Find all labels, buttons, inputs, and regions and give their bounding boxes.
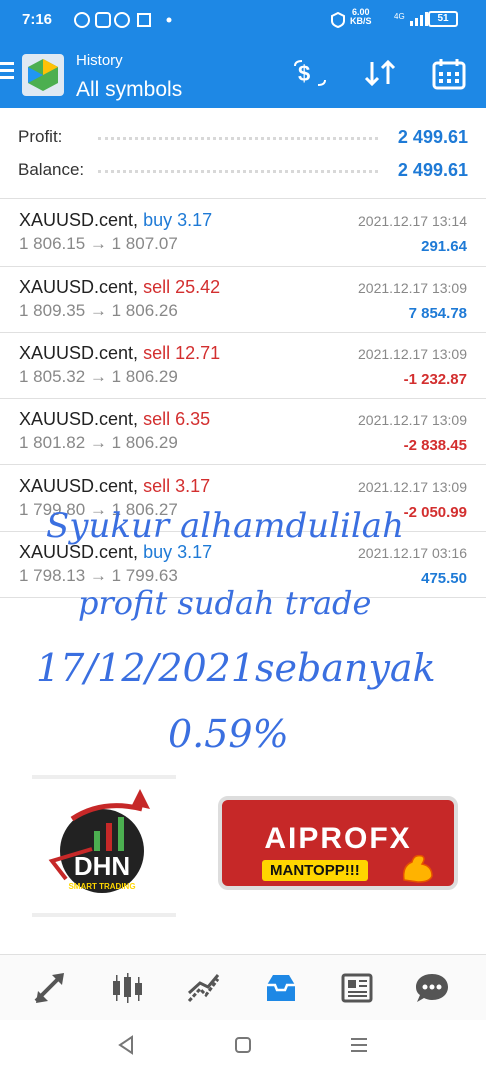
trade-profit: -2 050.99 xyxy=(403,504,467,521)
balance-row: Balance: 2 499.61 xyxy=(18,156,468,186)
profit-row: Profit: 2 499.61 xyxy=(18,123,468,153)
trade-row[interactable]: XAUUSD.cent, sell 6.35 1 801.82 → 1 806.… xyxy=(0,399,486,465)
trade-profit: 7 854.78 xyxy=(408,305,467,322)
notification-icons xyxy=(74,11,174,32)
svg-text:$: $ xyxy=(298,61,310,86)
trade-profit: 475.50 xyxy=(421,570,467,587)
trade-prices: 1 805.32 → 1 806.29 xyxy=(19,367,178,386)
calendar-icon[interactable] xyxy=(432,58,466,97)
trade-date: 2021.12.17 03:16 xyxy=(358,545,467,561)
status-bar: 7:16 6.00 KB/S 4G 51 xyxy=(0,0,486,40)
speed-unit: KB/S xyxy=(350,16,372,26)
balance-value: 2 499.61 xyxy=(397,160,468,180)
trade-symbol: XAUUSD.cent, xyxy=(19,409,139,429)
signal-icon: 4G xyxy=(394,12,430,29)
flexed-biceps-icon xyxy=(400,852,436,891)
divider xyxy=(0,198,486,199)
trade-row[interactable]: XAUUSD.cent, sell 25.42 1 809.35 → 1 806… xyxy=(0,267,486,333)
trade-row[interactable]: XAUUSD.cent, sell 12.71 1 805.32 → 1 806… xyxy=(0,333,486,399)
page-subtitle[interactable]: All symbols xyxy=(76,78,182,102)
trade-profit: -2 838.45 xyxy=(403,437,467,454)
network-type: 4G xyxy=(394,12,405,21)
privacy-icon xyxy=(330,11,346,31)
dhn-name: DHN xyxy=(74,851,130,881)
trade-side: sell 25.42 xyxy=(143,277,221,297)
page-title: History xyxy=(76,52,123,69)
quotes-icon[interactable] xyxy=(32,971,68,1005)
trade-symbol: XAUUSD.cent, xyxy=(19,476,139,496)
back-icon[interactable] xyxy=(116,1034,138,1063)
aiprofx-logo: AIPROFX MANTOPP!!! xyxy=(218,796,458,890)
network-speed: 6.00 KB/S xyxy=(350,8,372,26)
trade-symbol: XAUUSD.cent, xyxy=(19,210,139,230)
app-bar: History All symbols $ xyxy=(0,40,486,108)
currency-icon[interactable]: $ xyxy=(292,58,328,95)
trade-prices: 1 798.13 → 1 799.63 xyxy=(19,566,178,585)
system-navigation-bar xyxy=(0,1020,486,1080)
aiprofx-slogan: MANTOPP!!! xyxy=(262,860,368,881)
dotted-leader xyxy=(98,170,378,173)
chart-icon[interactable] xyxy=(109,971,145,1005)
trade-date: 2021.12.17 13:09 xyxy=(358,280,467,296)
overlay-text-line3: 17/12/2021sebanyak xyxy=(36,646,436,690)
dotted-leader xyxy=(98,137,378,140)
trade-symbol: XAUUSD.cent, xyxy=(19,277,139,297)
whatsapp-icon xyxy=(74,12,172,28)
trade-profit: -1 232.87 xyxy=(403,371,467,388)
trade-row[interactable]: XAUUSD.cent, buy 3.17 1 806.15 → 1 807.0… xyxy=(0,200,486,266)
trade-side: buy 3.17 xyxy=(143,210,213,230)
trade-date: 2021.12.17 13:09 xyxy=(358,479,467,495)
trade-side: sell 3.17 xyxy=(143,476,211,496)
aiprofx-name: AIPROFX xyxy=(264,822,412,855)
status-time: 7:16 xyxy=(22,11,53,28)
menu-icon[interactable] xyxy=(0,62,14,80)
profit-label: Profit: xyxy=(18,127,63,146)
balance-label: Balance: xyxy=(18,160,85,179)
profit-value: 2 499.61 xyxy=(397,127,468,147)
trade-profit: 291.64 xyxy=(421,238,467,255)
home-icon[interactable] xyxy=(232,1034,254,1063)
overlay-text-line1: Syukur alhamdulilah xyxy=(46,506,404,546)
overlay-text-line2: profit sudah trade xyxy=(78,584,372,622)
dhn-tagline: SMART TRADING xyxy=(68,882,135,891)
trade-date: 2021.12.17 13:14 xyxy=(358,213,467,229)
trade-icon[interactable] xyxy=(186,971,222,1005)
overlay-text-line4: 0.59% xyxy=(168,712,289,756)
trade-symbol: XAUUSD.cent, xyxy=(19,343,139,363)
trade-prices: 1 806.15 → 1 807.07 xyxy=(19,234,178,253)
trade-date: 2021.12.17 13:09 xyxy=(358,412,467,428)
history-icon[interactable] xyxy=(263,971,299,1005)
trade-side: sell 6.35 xyxy=(143,409,211,429)
trade-side: sell 12.71 xyxy=(143,343,221,363)
app-logo xyxy=(22,54,64,96)
news-icon[interactable] xyxy=(340,971,376,1005)
bottom-navigation xyxy=(0,954,486,1020)
battery-icon: 51 xyxy=(428,11,458,27)
trade-date: 2021.12.17 13:09 xyxy=(358,346,467,362)
divider xyxy=(0,464,486,465)
recents-icon[interactable] xyxy=(348,1034,370,1063)
sort-icon[interactable] xyxy=(362,58,398,95)
trade-prices: 1 801.82 → 1 806.29 xyxy=(19,433,178,452)
messages-icon[interactable] xyxy=(414,971,450,1005)
dhn-logo: DHN SMART TRADING xyxy=(32,775,176,917)
trade-prices: 1 809.35 → 1 806.26 xyxy=(19,301,178,320)
